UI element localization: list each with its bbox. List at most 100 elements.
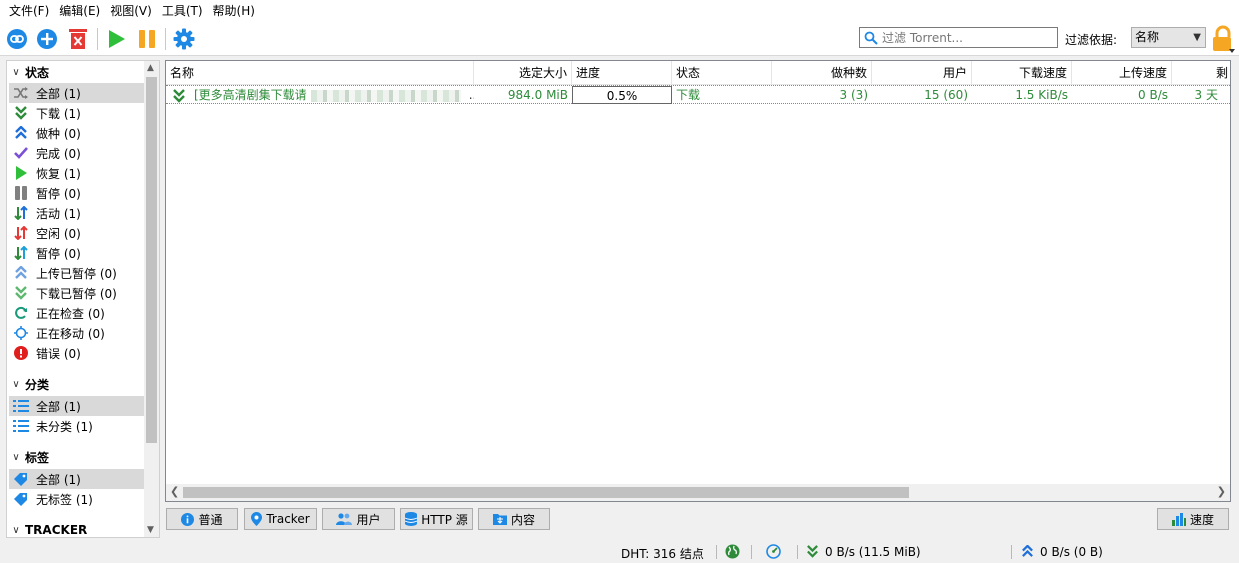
sidebar-scrollbar[interactable]: ▲ ▼: [144, 61, 159, 537]
status-item-stalled[interactable]: 暂停 (0): [9, 243, 144, 263]
add-torrent-button[interactable]: [34, 26, 60, 52]
globe-icon[interactable]: [725, 544, 740, 559]
torrent-dl-speed-cell: 1.5 KiB/s: [1015, 88, 1068, 102]
menu-file[interactable]: 文件(F): [4, 0, 54, 22]
column-header-peers[interactable]: 用户: [872, 61, 972, 85]
filter-by-label: 过滤依据:: [1065, 33, 1118, 47]
table-horizontal-scrollbar[interactable]: ❮ ❯: [166, 484, 1230, 501]
status-item-paused[interactable]: 暂停 (0): [9, 183, 144, 203]
tab-speed-label: 速度: [1189, 512, 1214, 527]
tab-content[interactable]: 内容: [478, 508, 550, 530]
filter-input[interactable]: [882, 30, 1052, 45]
folder-icon: [492, 514, 507, 525]
filter-search-box[interactable]: [859, 27, 1058, 48]
double-chevron-down-icon: [13, 105, 29, 121]
status-item-seeding[interactable]: 做种 (0): [9, 123, 144, 143]
status-item-label: 下载 (1): [36, 106, 81, 121]
torrent-seeds-cell: 3 (3): [839, 88, 868, 102]
list-icon: [13, 418, 29, 434]
status-item-errored[interactable]: 错误 (0): [9, 343, 144, 363]
scroll-right-icon[interactable]: ❯: [1217, 485, 1226, 498]
tab-trackers[interactable]: Tracker: [244, 508, 317, 530]
filter-by-value: 名称: [1135, 30, 1160, 44]
column-header-progress[interactable]: 进度: [572, 61, 672, 85]
refresh-icon: [13, 305, 29, 321]
scroll-down-icon[interactable]: ▼: [147, 525, 154, 535]
chevron-down-icon: ∨: [12, 451, 20, 463]
category-section-title: 分类: [25, 377, 50, 392]
category-item-uncategorized[interactable]: 未分类 (1): [9, 416, 144, 436]
transfer-arrows-red-icon: [13, 225, 29, 241]
status-section-title: 状态: [25, 65, 50, 80]
transfer-arrows-icon: [13, 205, 29, 221]
menu-edit[interactable]: 编辑(E): [54, 0, 105, 22]
filter-sidebar: ∨ 状态 全部 (1) 下载 (1) 做种 (0) 完成 (0) 恢复 (1) …: [6, 60, 160, 538]
status-item-upload-paused[interactable]: 上传已暂停 (0): [9, 263, 144, 283]
menu-view[interactable]: 视图(V): [105, 0, 157, 22]
status-item-resumed[interactable]: 恢复 (1): [9, 163, 144, 183]
category-section-header[interactable]: ∨ 分类: [7, 374, 145, 394]
add-link-button[interactable]: [4, 26, 30, 52]
status-item-all[interactable]: 全部 (1): [9, 83, 144, 103]
speed-limit-icon[interactable]: [766, 544, 781, 559]
column-header-eta[interactable]: 剩: [1172, 61, 1230, 85]
status-item-label: 完成 (0): [36, 146, 81, 161]
tab-content-label: 内容: [510, 512, 535, 527]
category-item-label: 未分类 (1): [36, 419, 93, 434]
double-chevron-up-icon: [13, 265, 29, 281]
tab-peers-label: 用户: [356, 512, 381, 527]
status-item-download-paused[interactable]: 下载已暂停 (0): [9, 283, 144, 303]
column-header-ul-speed[interactable]: 上传速度: [1072, 61, 1172, 85]
torrent-status-cell: 下载: [676, 88, 701, 102]
sidebar-scroll-thumb[interactable]: [146, 77, 157, 443]
menu-help[interactable]: 帮助(H): [208, 0, 260, 22]
column-header-size[interactable]: 选定大小: [474, 61, 572, 85]
tab-http-label: HTTP 源: [421, 512, 468, 527]
status-item-label: 上传已暂停 (0): [36, 266, 117, 281]
resume-button[interactable]: [103, 26, 129, 52]
link-icon: [7, 29, 27, 49]
tracker-section-title: TRACKER: [25, 523, 88, 537]
column-header-dl-speed[interactable]: 下载速度: [972, 61, 1072, 85]
tags-section-header[interactable]: ∨ 标签: [7, 447, 145, 467]
play-icon: [109, 30, 125, 48]
delete-icon: [69, 29, 87, 49]
status-item-moving[interactable]: 正在移动 (0): [9, 323, 144, 343]
torrent-peers-cell: 15 (60): [924, 88, 968, 102]
status-item-label: 下载已暂停 (0): [36, 286, 117, 301]
status-item-inactive[interactable]: 空闲 (0): [9, 223, 144, 243]
status-item-label: 错误 (0): [36, 346, 81, 361]
menu-tools[interactable]: 工具(T): [157, 0, 208, 22]
table-row[interactable]: [更多高清剧集下载请... 984.0 MiB 0.5% 下载 3 (3) 15…: [166, 85, 1230, 104]
status-item-label: 正在移动 (0): [36, 326, 105, 341]
pause-button[interactable]: [134, 26, 160, 52]
tab-peers[interactable]: 用户: [322, 508, 395, 530]
status-item-active[interactable]: 活动 (1): [9, 203, 144, 223]
chevron-down-icon: ▼: [1193, 32, 1201, 43]
tab-speed[interactable]: 速度: [1157, 508, 1229, 530]
status-item-label: 空闲 (0): [36, 226, 81, 241]
category-item-all[interactable]: 全部 (1): [9, 396, 144, 416]
column-header-seeds[interactable]: 做种数: [772, 61, 872, 85]
column-header-name[interactable]: 名称: [166, 61, 474, 85]
status-item-completed[interactable]: 完成 (0): [9, 143, 144, 163]
table-scroll-thumb[interactable]: [183, 487, 909, 498]
status-section-header[interactable]: ∨ 状态: [7, 62, 145, 82]
tag-item-untagged[interactable]: 无标签 (1): [9, 489, 144, 509]
tab-general[interactable]: 普通: [166, 508, 238, 530]
status-item-checking[interactable]: 正在检查 (0): [9, 303, 144, 323]
table-header: 名称 选定大小 进度 状态 ⌃ 做种数 用户 下载速度 上传速度 剩: [166, 61, 1230, 85]
tag-item-all[interactable]: 全部 (1): [9, 469, 144, 489]
tab-http-sources[interactable]: HTTP 源: [400, 508, 473, 530]
delete-button[interactable]: [65, 26, 91, 52]
scroll-up-icon[interactable]: ▲: [147, 63, 154, 73]
tracker-section-header[interactable]: ∨ TRACKER: [7, 520, 145, 537]
filter-by-select[interactable]: 名称 ▼: [1131, 27, 1206, 48]
torrent-name: [更多高清剧集下载请: [194, 88, 307, 102]
alt-speed-lock-button[interactable]: [1211, 25, 1235, 53]
options-button[interactable]: [171, 26, 197, 52]
status-item-downloading[interactable]: 下载 (1): [9, 103, 144, 123]
status-item-label: 做种 (0): [36, 126, 81, 141]
scroll-left-icon[interactable]: ❮: [170, 485, 179, 498]
category-item-label: 全部 (1): [36, 399, 81, 414]
